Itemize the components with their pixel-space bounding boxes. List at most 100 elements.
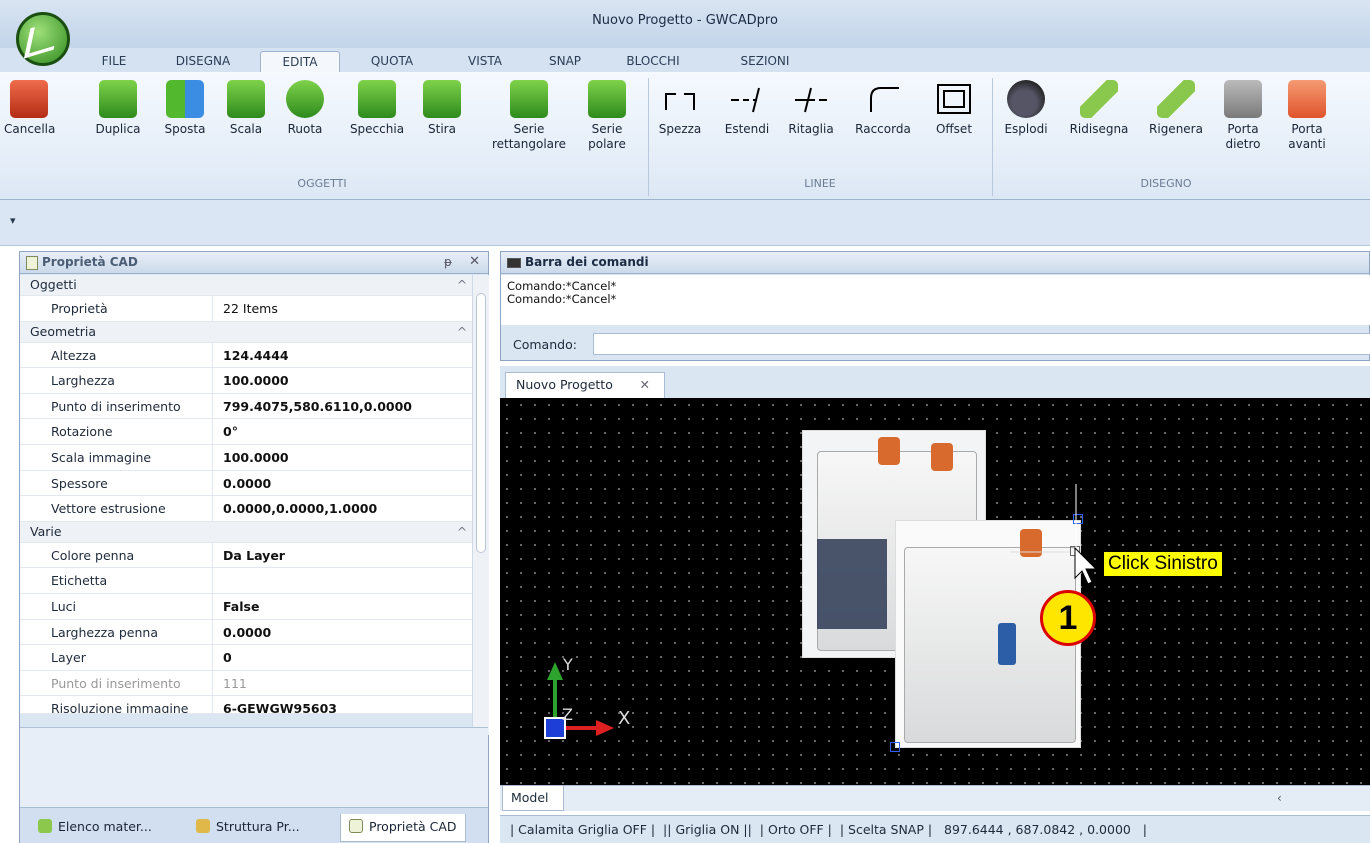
properties-title: Proprietà CAD bbox=[42, 255, 138, 269]
tab-vista[interactable]: VISTA bbox=[450, 51, 520, 72]
esplodi-button[interactable]: Esplodi bbox=[1000, 80, 1052, 137]
group-label-disegno: DISEGNO bbox=[1140, 177, 1192, 190]
close-icon[interactable]: ✕ bbox=[469, 254, 480, 269]
tab-edita[interactable]: EDITA bbox=[260, 51, 340, 72]
rectangular-array-icon bbox=[510, 80, 548, 118]
ridisegna-button[interactable]: Ridisegna bbox=[1064, 80, 1134, 137]
tab-elenco-materiali[interactable]: Elenco mater... bbox=[38, 814, 152, 842]
quick-access-toolbar: ▾ bbox=[0, 200, 1370, 246]
scala-button[interactable]: Scala bbox=[224, 80, 268, 137]
canvas-overlay: Y X Z bbox=[544, 484, 1104, 739]
command-prompt: Comando: bbox=[501, 325, 1370, 361]
step-badge: 1 bbox=[1040, 590, 1096, 646]
property-grid: Oggetti ^ Proprietà 22 Items Geometria ^ Al… bbox=[20, 275, 472, 715]
collapse-icon[interactable]: ^ bbox=[452, 522, 472, 542]
regenerate-icon bbox=[1157, 80, 1195, 118]
tab-struttura-progetto[interactable]: Struttura Pr... bbox=[196, 814, 300, 842]
group-label-oggetti: OGGETTI bbox=[297, 177, 347, 190]
scale-icon bbox=[227, 80, 265, 118]
collapse-icon[interactable]: ^ bbox=[452, 322, 472, 342]
tab-snap[interactable]: SNAP bbox=[530, 51, 600, 72]
tab-sezioni[interactable]: SEZIONI bbox=[720, 51, 810, 72]
stira-button[interactable]: Stira bbox=[420, 80, 464, 137]
property-row[interactable]: Risoluzione immagine 6-GEWGW95603 bbox=[20, 696, 472, 715]
rotate-icon bbox=[286, 80, 324, 118]
property-row[interactable]: Luci False bbox=[20, 593, 472, 620]
panel-tabs: Elenco mater... Struttura Pr... Propriet… bbox=[20, 807, 488, 843]
tab-nuovo-progetto[interactable]: Nuovo Progetto ✕ bbox=[505, 372, 665, 398]
command-bar-header: Barra dei comandi bbox=[501, 252, 1369, 274]
property-row[interactable]: Layer 0 bbox=[20, 645, 472, 671]
properties-icon bbox=[26, 256, 38, 270]
property-row[interactable]: Punto di inserimento 799.4075,580.6110,0.… bbox=[20, 393, 472, 420]
serie-rettangolare-button[interactable]: Serie rettangolare bbox=[486, 80, 572, 152]
property-row[interactable]: Scala immagine 100.0000 bbox=[20, 444, 472, 471]
property-row[interactable]: Vettore estrusione 0.0000,0.0000,1.0000 bbox=[20, 496, 472, 522]
customize-qat-button[interactable]: ▾ bbox=[10, 214, 16, 227]
tab-model[interactable]: Model bbox=[502, 786, 564, 811]
axis-z-label: Z bbox=[562, 705, 573, 724]
tab-disegna[interactable]: DISEGNA bbox=[158, 51, 248, 72]
serie-polare-button[interactable]: Serie polare bbox=[582, 80, 632, 152]
explode-icon bbox=[1007, 80, 1045, 118]
properties-panel: Proprietà CAD ᵽ ✕ Oggetti ^ Proprietà 22 I… bbox=[19, 251, 489, 843]
redraw-icon bbox=[1080, 80, 1118, 118]
offset-button[interactable]: Offset bbox=[928, 80, 980, 137]
specchia-button[interactable]: Specchia bbox=[344, 80, 410, 137]
console-icon bbox=[507, 258, 521, 268]
application-menu-button[interactable] bbox=[16, 12, 70, 66]
ruota-button[interactable]: Ruota bbox=[282, 80, 328, 137]
property-row[interactable]: Colore penna Da Layer bbox=[20, 542, 472, 569]
property-row[interactable]: Rotazione 0° bbox=[20, 419, 472, 445]
properties-icon bbox=[349, 819, 363, 833]
structure-icon bbox=[196, 819, 210, 833]
group-separator bbox=[648, 78, 649, 196]
trim-icon bbox=[792, 80, 830, 118]
property-row[interactable]: Larghezza penna 0.0000 bbox=[20, 619, 472, 646]
pin-icon[interactable]: ᵽ bbox=[444, 255, 452, 269]
log-line: Comando:*Cancel* bbox=[507, 292, 617, 306]
property-row[interactable]: Punto di inserimento 111 bbox=[20, 670, 472, 697]
tab-quota[interactable]: QUOTA bbox=[352, 51, 432, 72]
porta-dietro-button[interactable]: Porta dietro bbox=[1218, 80, 1268, 152]
rigenera-button[interactable]: Rigenera bbox=[1144, 80, 1208, 137]
property-row[interactable]: Etichetta bbox=[20, 568, 472, 594]
callout-label: Click Sinistro bbox=[1104, 552, 1222, 576]
section-varie[interactable]: Varie ^ bbox=[20, 521, 472, 543]
raccorda-button[interactable]: Raccorda bbox=[850, 80, 916, 137]
property-row[interactable]: Larghezza 100.0000 bbox=[20, 368, 472, 394]
section-geometria[interactable]: Geometria ^ bbox=[20, 321, 472, 343]
scroll-left-icon[interactable]: ‹ bbox=[1277, 791, 1282, 805]
group-label-linee: LINEE bbox=[804, 177, 836, 190]
command-input[interactable] bbox=[593, 333, 1370, 355]
command-label: Comando: bbox=[513, 337, 577, 352]
ritaglia-button[interactable]: Ritaglia bbox=[784, 80, 838, 137]
property-scrollbar[interactable] bbox=[472, 275, 489, 735]
close-icon[interactable]: ✕ bbox=[640, 373, 650, 397]
cancella-button[interactable]: Cancella bbox=[4, 80, 55, 137]
porta-avanti-button[interactable]: Porta avanti bbox=[1280, 80, 1334, 152]
section-oggetti[interactable]: Oggetti ^ bbox=[20, 275, 472, 296]
property-row[interactable]: Proprietà 22 Items bbox=[20, 296, 472, 322]
property-row[interactable]: Altezza 124.4444 bbox=[20, 342, 472, 369]
tab-blocchi[interactable]: BLOCCHI bbox=[608, 51, 698, 72]
tab-file[interactable]: FILE bbox=[84, 51, 144, 72]
property-row[interactable]: Spessore 0.0000 bbox=[20, 470, 472, 497]
tab-proprieta-cad[interactable]: Proprietà CAD bbox=[340, 814, 466, 842]
stretch-icon bbox=[423, 80, 461, 118]
duplicate-icon bbox=[99, 80, 137, 118]
axis-x-label: X bbox=[618, 708, 630, 729]
collapse-icon[interactable]: ^ bbox=[452, 275, 472, 295]
axis-x-arrow bbox=[596, 720, 614, 736]
estendi-button[interactable]: Estendi bbox=[720, 80, 774, 137]
scrollbar-thumb[interactable] bbox=[476, 293, 486, 553]
spezza-button[interactable]: Spezza bbox=[654, 80, 706, 137]
sposta-button[interactable]: Sposta bbox=[158, 80, 212, 137]
group-separator bbox=[992, 78, 993, 196]
duplica-button[interactable]: Duplica bbox=[92, 80, 144, 137]
status-bar[interactable]: | Calamita Griglia OFF | || Griglia ON |… bbox=[500, 815, 1370, 843]
materials-icon bbox=[38, 819, 52, 833]
command-log: Comando:*Cancel* Comando:*Cancel* bbox=[501, 275, 1370, 325]
polar-array-icon bbox=[588, 80, 626, 118]
title-bar: Nuovo Progetto - GWCADpro bbox=[0, 0, 1370, 48]
